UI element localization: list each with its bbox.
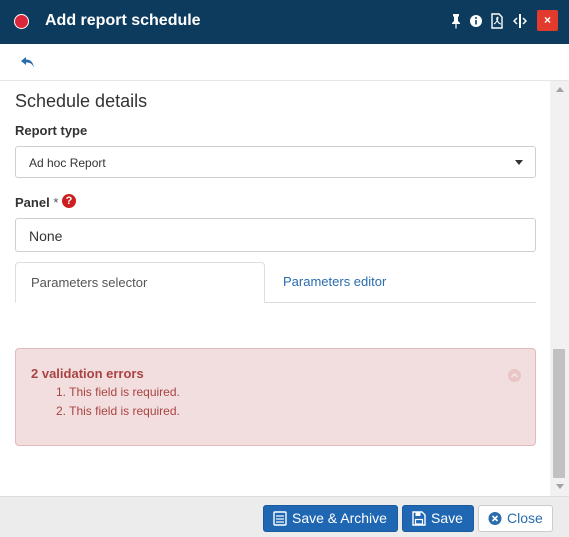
info-icon[interactable] xyxy=(469,13,483,29)
tab-parameters-editor-label: Parameters editor xyxy=(283,274,387,289)
archive-icon xyxy=(273,511,287,526)
scroll-down-icon[interactable] xyxy=(556,484,564,489)
back-icon[interactable] xyxy=(20,55,36,69)
window-title: Add report schedule xyxy=(45,12,201,29)
window-titlebar: Add report schedule × xyxy=(0,0,569,44)
report-type-value: Ad hoc Report xyxy=(29,156,106,170)
scrollbar-thumb[interactable] xyxy=(553,349,565,478)
validation-error-list: 1. This field is required. 2. This field… xyxy=(56,383,180,421)
question-circle-icon[interactable]: ? xyxy=(62,194,76,208)
panel-label-text: Panel xyxy=(15,195,50,210)
save-archive-button[interactable]: Save & Archive xyxy=(263,505,398,532)
save-icon xyxy=(412,511,426,526)
panel-label: Panel * xyxy=(15,195,58,210)
chevron-down-icon xyxy=(515,160,523,165)
section-title: Schedule details xyxy=(15,91,148,111)
tab-parameters-selector-label: Parameters selector xyxy=(31,275,148,290)
close-label: Close xyxy=(507,510,543,526)
tab-parameters-editor[interactable]: Parameters editor xyxy=(268,262,428,302)
validation-error-item: 1. This field is required. xyxy=(56,385,180,399)
vertical-scrollbar[interactable] xyxy=(550,81,569,496)
save-button[interactable]: Save xyxy=(402,505,474,532)
report-type-select[interactable]: Ad hoc Report xyxy=(15,146,536,178)
validation-alert: 2 validation errors 1. This field is req… xyxy=(15,348,536,446)
save-label: Save xyxy=(431,510,463,526)
pdf-icon[interactable] xyxy=(490,13,504,29)
panel-value: None xyxy=(29,228,63,244)
validation-error-item: 2. This field is required. xyxy=(56,404,180,418)
required-marker: * xyxy=(53,195,59,210)
pin-icon[interactable] xyxy=(449,13,463,29)
form-content: Schedule details Report type Ad hoc Repo… xyxy=(0,81,550,496)
validation-title: 2 validation errors xyxy=(31,366,144,381)
scroll-up-icon[interactable] xyxy=(556,87,564,92)
collapse-icon[interactable] xyxy=(508,369,521,382)
dialog-footer: Save & Archive Save Close xyxy=(0,496,569,537)
report-type-label: Report type xyxy=(15,123,88,138)
close-circle-icon xyxy=(488,512,502,525)
toolbar xyxy=(0,44,569,81)
close-icon: × xyxy=(543,13,551,27)
resize-icon[interactable] xyxy=(513,13,527,29)
panel-input[interactable]: None xyxy=(15,218,536,252)
close-button[interactable]: Close xyxy=(478,505,553,532)
save-archive-label: Save & Archive xyxy=(292,510,387,526)
close-window-button[interactable]: × xyxy=(537,10,558,31)
status-dot-icon xyxy=(14,14,29,29)
tab-parameters-selector[interactable]: Parameters selector xyxy=(15,262,265,303)
